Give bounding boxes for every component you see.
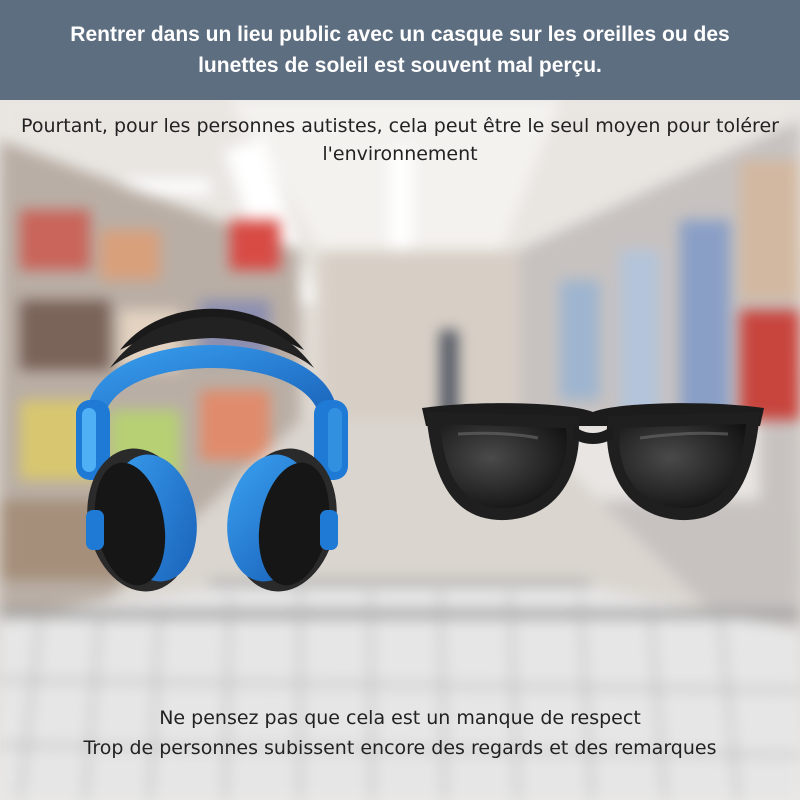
footer-text-block: Ne pensez pas que cela est un manque de … — [0, 703, 800, 763]
footer-line-2: Trop de personnes subissent encore des r… — [83, 737, 717, 759]
sunglasses-icon — [422, 403, 764, 521]
header-banner: Rentrer dans un lieu public avec un casq… — [0, 0, 800, 100]
subtitle-text: Pourtant, pour les personnes autistes, c… — [21, 115, 779, 165]
footer-line-1: Ne pensez pas que cela est un manque de … — [159, 707, 641, 729]
headphones-icon — [76, 308, 348, 592]
header-title: Rentrer dans un lieu public avec un casq… — [70, 23, 730, 77]
